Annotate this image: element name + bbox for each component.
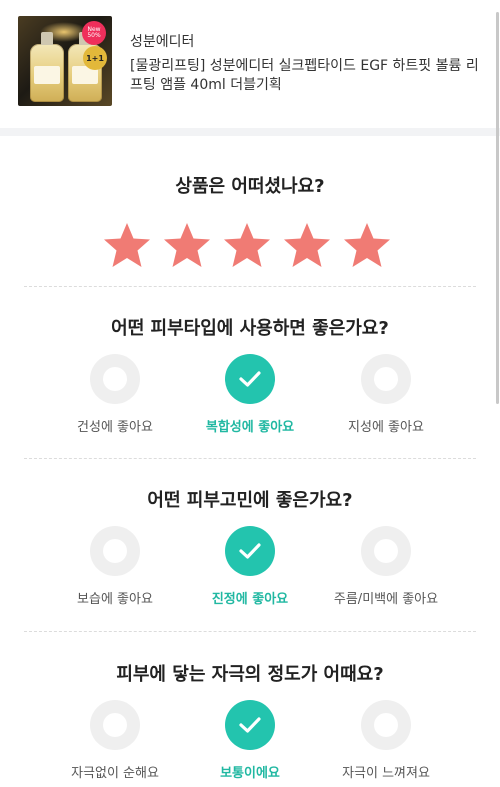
option-label: 진정에 좋아요	[211, 592, 289, 607]
option-label: 보습에 좋아요	[77, 592, 153, 607]
radio-circle-icon[interactable]	[90, 700, 140, 750]
skin-concern-question: 어떤 피부고민에 좋은가요?	[147, 490, 353, 511]
section-divider	[24, 631, 476, 632]
star-icon[interactable]	[223, 222, 271, 268]
check-icon[interactable]	[225, 354, 275, 404]
option-2-1[interactable]: 보통이에요	[175, 700, 325, 781]
one-plus-one-badge: 1+1	[83, 46, 107, 70]
star-icon[interactable]	[163, 222, 211, 268]
option-label: 자극없이 순해요	[71, 766, 159, 781]
star-icon[interactable]	[103, 222, 151, 268]
ampoule-bottle-image	[30, 32, 64, 102]
product-thumbnail: New 50% 1+1	[18, 16, 112, 106]
radio-circle-icon[interactable]	[361, 700, 411, 750]
star-icon[interactable]	[343, 222, 391, 268]
option-0-1[interactable]: 복합성에 좋아요	[175, 354, 325, 435]
radio-circle-icon[interactable]	[90, 354, 140, 404]
product-name: [물광리프팅] 성분에디터 실크펩타이드 EGF 하트핏 볼륨 리프팅 앰플 4…	[130, 58, 479, 93]
star-icon[interactable]	[283, 222, 331, 268]
option-label: 지성에 좋아요	[348, 420, 424, 435]
scrollbar[interactable]	[496, 12, 499, 404]
radio-circle-icon[interactable]	[361, 526, 411, 576]
option-1-0[interactable]: 보습에 좋아요	[40, 526, 190, 607]
option-label: 복합성에 좋아요	[205, 420, 295, 435]
product-brand: 성분에디터	[130, 34, 195, 50]
option-label: 자극이 느껴져요	[342, 766, 430, 781]
star-rating[interactable]	[0, 222, 500, 268]
radio-circle-icon[interactable]	[361, 354, 411, 404]
check-icon[interactable]	[225, 700, 275, 750]
option-2-0[interactable]: 자극없이 순해요	[40, 700, 190, 781]
option-label: 건성에 좋아요	[77, 420, 153, 435]
option-2-2[interactable]: 자극이 느껴져요	[311, 700, 461, 781]
irritation-question: 피부에 닿는 자극의 정도가 어때요?	[116, 664, 384, 685]
skin-type-question: 어떤 피부타입에 사용하면 좋은가요?	[111, 318, 389, 339]
option-label: 주름/미백에 좋아요	[333, 592, 439, 607]
check-icon[interactable]	[225, 526, 275, 576]
option-label: 보통이에요	[220, 766, 280, 781]
option-1-1[interactable]: 진정에 좋아요	[175, 526, 325, 607]
rating-question: 상품은 어떠셨나요?	[175, 176, 325, 197]
section-divider	[24, 286, 476, 287]
section-divider	[24, 458, 476, 459]
radio-circle-icon[interactable]	[90, 526, 140, 576]
new-badge: New 50%	[82, 21, 106, 45]
option-1-2[interactable]: 주름/미백에 좋아요	[311, 526, 461, 607]
option-0-2[interactable]: 지성에 좋아요	[311, 354, 461, 435]
product-summary: New 50% 1+1 성분에디터 [물광리프팅] 성분에디터 실크펩타이드 E…	[0, 0, 500, 136]
option-0-0[interactable]: 건성에 좋아요	[40, 354, 190, 435]
